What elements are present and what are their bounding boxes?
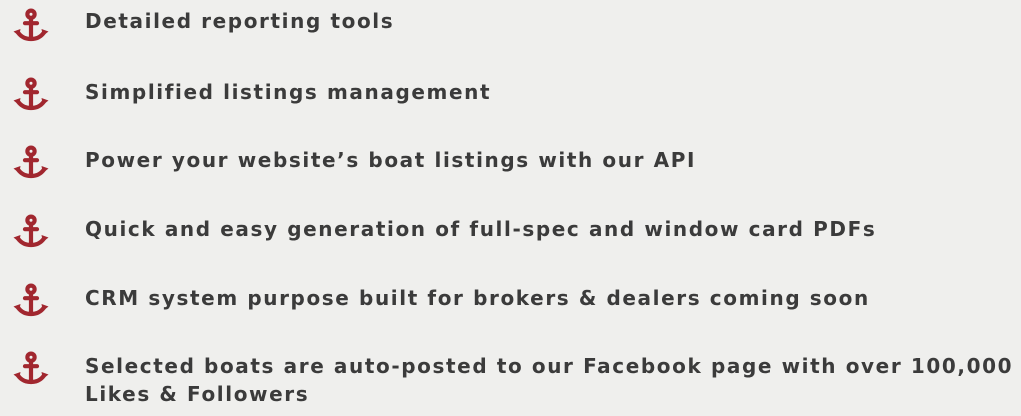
feature-text: Quick and easy generation of full-spec a… (85, 217, 877, 241)
feature-text: Power your website’s boat listings with … (85, 148, 697, 172)
feature-text: Detailed reporting tools (85, 9, 395, 33)
feature-text: Simplified listings management (85, 80, 492, 104)
anchor-icon (10, 145, 52, 179)
anchor-icon (10, 283, 52, 317)
anchor-icon (10, 8, 52, 42)
anchor-icon (10, 351, 52, 385)
feature-text: Selected boats are auto-posted to our Fa… (85, 354, 1014, 406)
feature-text: CRM system purpose built for brokers & d… (85, 286, 870, 310)
feature-list: Detailed reporting tools Simplified list… (0, 0, 1021, 416)
anchor-icon (10, 214, 52, 248)
anchor-icon (10, 77, 52, 111)
